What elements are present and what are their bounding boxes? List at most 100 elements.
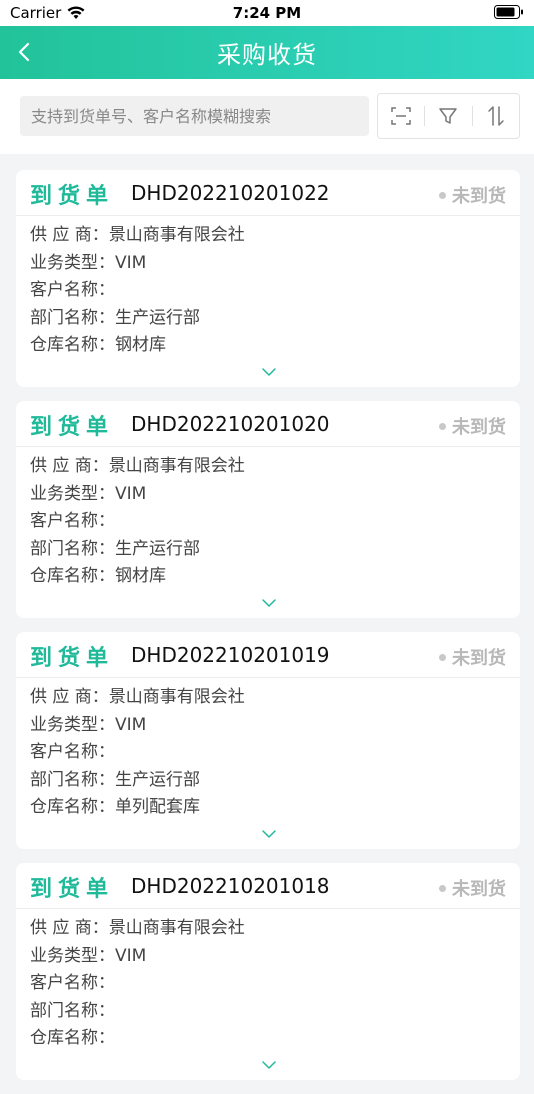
order-number: DHD202210201020 xyxy=(131,412,330,436)
status-dot-icon xyxy=(439,653,446,661)
order-card[interactable]: 到货单 DHD202210201019 未到货 供 应 商：景山商事有限会社 业… xyxy=(16,632,520,849)
supplier-row: 供 应 商：景山商事有限会社 xyxy=(30,220,245,248)
business-type-label: 业务类型： xyxy=(30,483,115,504)
business-type-label: 业务类型： xyxy=(30,714,115,735)
nav-bar: 采购收货 xyxy=(0,26,534,79)
warehouse-row: 仓库名称：钢材库 xyxy=(30,561,245,589)
supplier-row: 供 应 商：景山商事有限会社 xyxy=(30,682,245,710)
status-badge: 未到货 xyxy=(439,413,506,439)
customer-label: 客户名称： xyxy=(30,742,115,762)
order-number: DHD202210201022 xyxy=(131,181,330,205)
status-badge: 未到货 xyxy=(439,644,506,670)
search-input[interactable] xyxy=(20,96,369,136)
warehouse-row: 仓库名称：钢材库 xyxy=(30,330,245,358)
status-badge: 未到货 xyxy=(439,875,506,901)
customer-row: 客户名称： xyxy=(30,737,245,765)
order-details: 供 应 商：景山商事有限会社 业务类型：VIM 客户名称： 部门名称：生产运行部… xyxy=(30,682,245,820)
supplier-value: 景山商事有限会社 xyxy=(108,225,245,245)
customer-row: 客户名称： xyxy=(30,968,245,996)
sort-icon xyxy=(488,106,504,126)
supplier-label: 供 应 商： xyxy=(30,687,109,707)
expand-button[interactable] xyxy=(261,825,277,838)
department-label: 部门名称： xyxy=(30,769,115,790)
customer-row: 客户名称： xyxy=(30,506,245,534)
expand-button[interactable] xyxy=(261,363,277,376)
warehouse-label: 仓库名称： xyxy=(30,566,115,586)
supplier-value: 景山商事有限会社 xyxy=(108,687,245,707)
status-text: 未到货 xyxy=(452,417,506,438)
department-row: 部门名称：生产运行部 xyxy=(30,765,245,793)
warehouse-value: 单列配套库 xyxy=(115,797,200,817)
warehouse-label: 仓库名称： xyxy=(30,335,115,355)
business-type-label: 业务类型： xyxy=(30,945,115,966)
customer-label: 客户名称： xyxy=(30,973,115,993)
order-number: DHD202210201019 xyxy=(131,643,330,667)
status-badge: 未到货 xyxy=(439,182,506,208)
chevron-down-icon xyxy=(262,830,276,838)
customer-row: 客户名称： xyxy=(30,275,245,303)
department-label: 部门名称： xyxy=(30,307,115,328)
warehouse-label: 仓库名称： xyxy=(30,797,115,817)
order-card[interactable]: 到货单 DHD202210201022 未到货 供 应 商：景山商事有限会社 业… xyxy=(16,170,520,387)
status-text: 未到货 xyxy=(452,879,506,900)
warehouse-value: 钢材库 xyxy=(115,335,166,355)
expand-button[interactable] xyxy=(261,1056,277,1069)
department-value: 生产运行部 xyxy=(115,769,200,790)
order-list: 到货单 DHD202210201022 未到货 供 应 商：景山商事有限会社 业… xyxy=(16,170,520,1094)
business-type-row: 业务类型：VIM xyxy=(30,248,245,276)
back-button[interactable] xyxy=(12,39,38,65)
filter-button[interactable] xyxy=(425,94,471,138)
warehouse-row: 仓库名称： xyxy=(30,1023,245,1051)
department-value: 生产运行部 xyxy=(115,307,200,328)
order-card-header: 到货单 DHD202210201020 未到货 xyxy=(16,401,520,447)
status-bar: Carrier 7:24 PM xyxy=(0,0,534,26)
order-details: 供 应 商：景山商事有限会社 业务类型：VIM 客户名称： 部门名称：生产运行部… xyxy=(30,220,245,358)
warehouse-value: 钢材库 xyxy=(115,566,166,586)
order-card-header: 到货单 DHD202210201019 未到货 xyxy=(16,632,520,678)
status-dot-icon xyxy=(439,884,446,892)
department-row: 部门名称：生产运行部 xyxy=(30,534,245,562)
order-card[interactable]: 到货单 DHD202210201018 未到货 供 应 商：景山商事有限会社 业… xyxy=(16,863,520,1080)
business-type-label: 业务类型： xyxy=(30,252,115,273)
order-number: DHD202210201018 xyxy=(131,874,330,898)
business-type-value: VIM xyxy=(115,252,147,273)
supplier-value: 景山商事有限会社 xyxy=(108,456,245,476)
department-label: 部门名称： xyxy=(30,538,115,559)
toolbar xyxy=(377,93,520,139)
supplier-value: 景山商事有限会社 xyxy=(108,918,245,938)
status-dot-icon xyxy=(439,191,446,199)
customer-label: 客户名称： xyxy=(30,511,115,531)
search-bar xyxy=(0,79,534,154)
supplier-row: 供 应 商：景山商事有限会社 xyxy=(30,913,245,941)
business-type-value: VIM xyxy=(115,945,147,966)
order-card-header: 到货单 DHD202210201018 未到货 xyxy=(16,863,520,909)
customer-label: 客户名称： xyxy=(30,280,115,300)
warehouse-label: 仓库名称： xyxy=(30,1028,115,1048)
doc-type-label: 到货单 xyxy=(30,877,115,902)
supplier-label: 供 应 商： xyxy=(30,456,109,476)
status-time: 7:24 PM xyxy=(232,4,302,22)
order-details: 供 应 商：景山商事有限会社 业务类型：VIM 客户名称： 部门名称： 仓库名称… xyxy=(30,913,245,1051)
scan-button[interactable] xyxy=(378,94,424,138)
business-type-value: VIM xyxy=(115,714,147,735)
status-text: 未到货 xyxy=(452,186,506,207)
department-value: 生产运行部 xyxy=(115,538,200,559)
business-type-value: VIM xyxy=(115,483,147,504)
chevron-down-icon xyxy=(262,368,276,376)
status-dot-icon xyxy=(439,422,446,430)
doc-type-label: 到货单 xyxy=(30,415,115,440)
chevron-left-icon xyxy=(18,42,30,62)
supplier-row: 供 应 商：景山商事有限会社 xyxy=(30,451,245,479)
status-text: 未到货 xyxy=(452,648,506,669)
order-details: 供 应 商：景山商事有限会社 业务类型：VIM 客户名称： 部门名称：生产运行部… xyxy=(30,451,245,589)
sort-button[interactable] xyxy=(473,94,519,138)
supplier-label: 供 应 商： xyxy=(30,225,109,245)
order-card[interactable]: 到货单 DHD202210201020 未到货 供 应 商：景山商事有限会社 业… xyxy=(16,401,520,618)
chevron-down-icon xyxy=(262,1061,276,1069)
page-title: 采购收货 xyxy=(217,41,317,69)
battery-icon xyxy=(494,5,524,23)
expand-button[interactable] xyxy=(261,594,277,607)
department-row: 部门名称： xyxy=(30,996,245,1024)
business-type-row: 业务类型：VIM xyxy=(30,710,245,738)
doc-type-label: 到货单 xyxy=(30,646,115,671)
